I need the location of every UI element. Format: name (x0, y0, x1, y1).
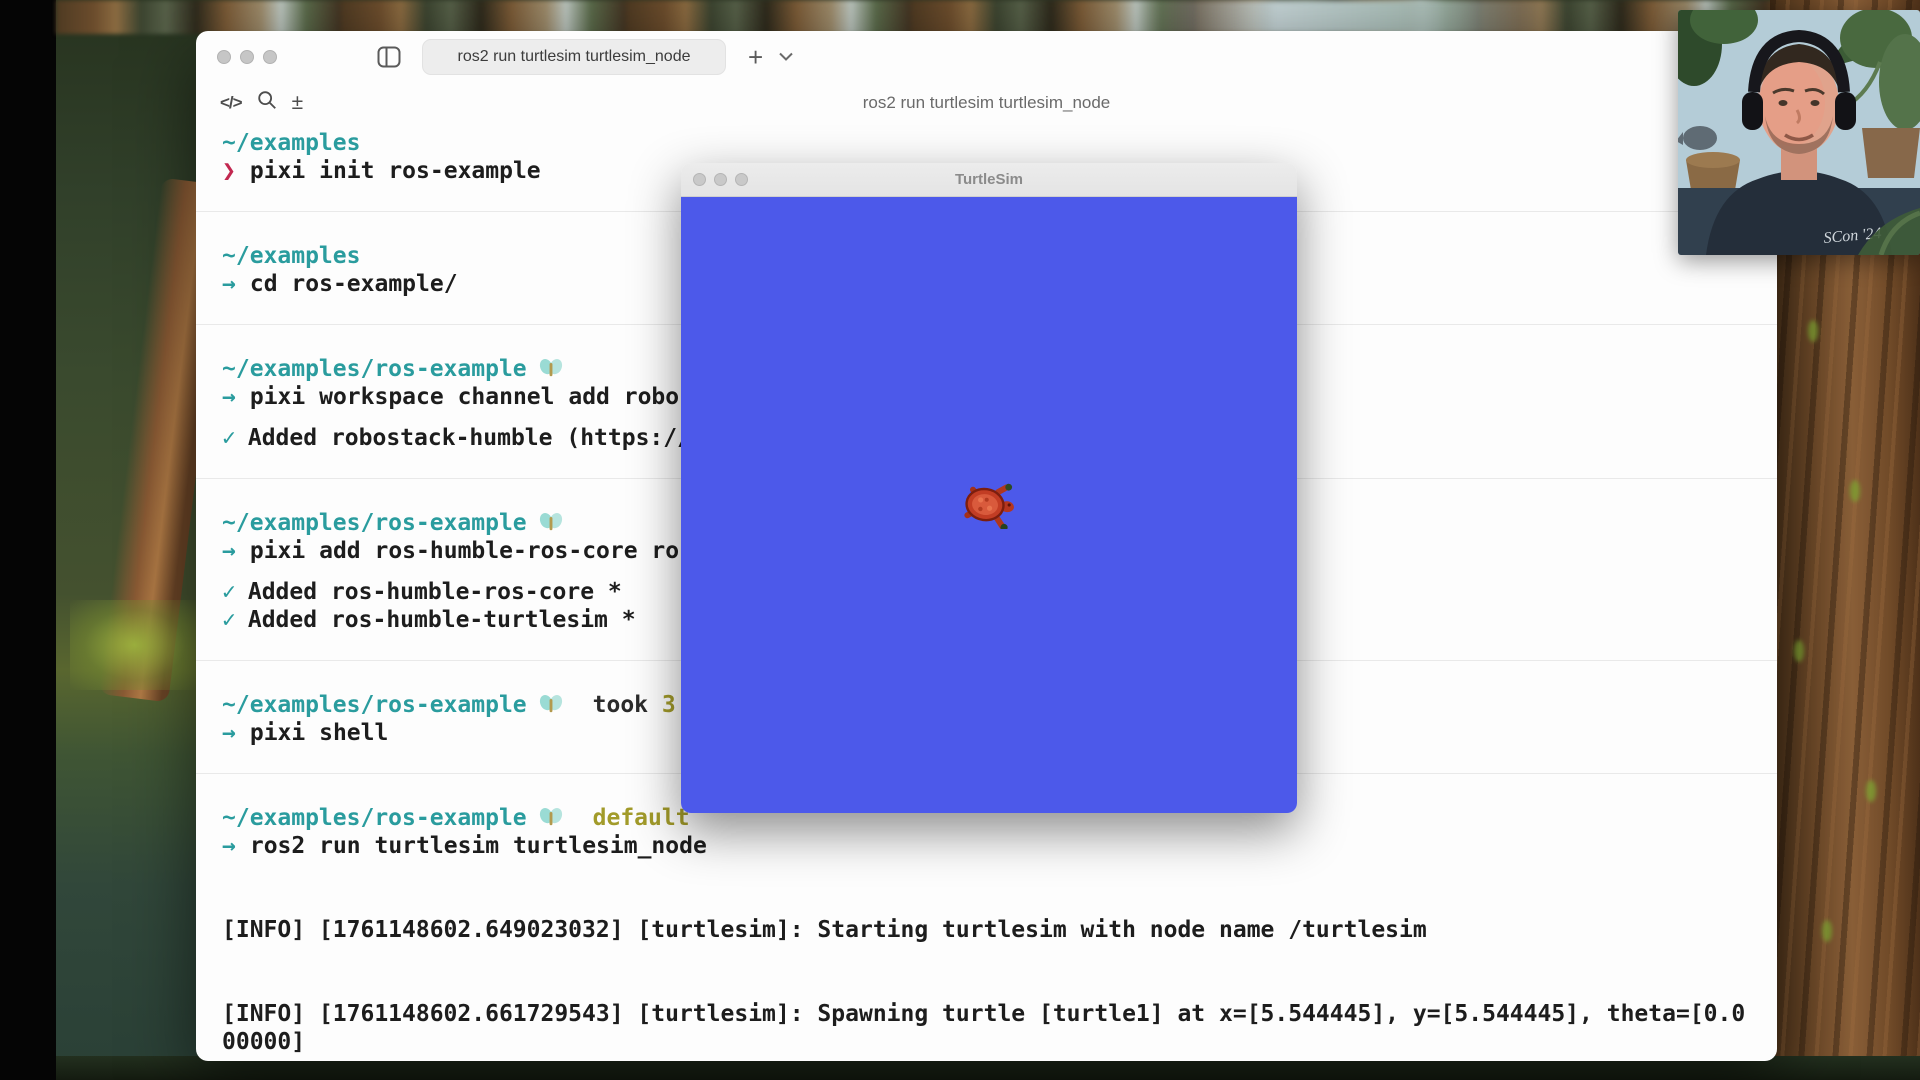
search-icon[interactable] (256, 89, 278, 116)
headphone-cup (1742, 92, 1763, 130)
tab-title: ros2 run turtlesim turtlesim_node (458, 48, 691, 66)
command-text: cd ros-example/ (250, 271, 458, 297)
output-text: Added robostack-humble (https:// (248, 425, 691, 451)
code-editor-icon[interactable]: </> (220, 93, 242, 113)
directory-path: ~/examples (222, 242, 360, 270)
terminal-toolbar: </> ± ros2 run turtlesim turtlesim_node (196, 83, 1777, 123)
moss (1822, 920, 1832, 942)
command-text: ros2 run turtlesim turtlesim_node (250, 833, 707, 859)
prompt-icon: → (222, 271, 236, 297)
prompt-icon: → (222, 384, 236, 410)
command-text: pixi shell (250, 720, 388, 746)
moss (1794, 640, 1804, 662)
person-eye (1811, 100, 1820, 106)
prompt-icon: → (222, 538, 236, 564)
log-line: [INFO] [1761148602.661729543] [turtlesim… (222, 1000, 1752, 1056)
new-tab-button[interactable]: + (748, 44, 763, 70)
log-line: [INFO] [1761148602.649023032] [turtlesim… (222, 916, 1752, 944)
directory-path: ~/examples/ros-example (222, 804, 527, 832)
directory-path: ~/examples (222, 129, 360, 157)
person-eye (1779, 100, 1788, 106)
environment-badge: default (593, 804, 690, 832)
prompt-icon: → (222, 833, 236, 859)
fairy-icon (539, 511, 563, 535)
prompt-icon: ❯ (222, 158, 236, 184)
terminal-tab-bar: ros2 run turtlesim turtlesim_node + (196, 31, 1777, 83)
terminal-tab[interactable]: ros2 run turtlesim turtlesim_node (422, 39, 726, 75)
headphone-cup (1835, 92, 1856, 130)
tab-dropdown-icon[interactable] (779, 48, 793, 66)
check-icon: ✓ (222, 425, 236, 451)
turtlesim-window-title: TurtleSim (681, 171, 1297, 188)
sidebar-toggle-icon[interactable] (376, 45, 402, 69)
moss (1866, 780, 1876, 802)
fairy-icon (539, 693, 563, 717)
moss (1850, 480, 1860, 502)
prompt-icon: → (222, 720, 236, 746)
close-button[interactable] (217, 50, 231, 64)
command-text: pixi add ros-humble-ros-core ros (250, 538, 693, 564)
teapot (1683, 126, 1717, 150)
sunlit-foliage (70, 600, 200, 690)
turtlesim-canvas (681, 197, 1297, 813)
command-block: ~/examples/ros-example default → ros2 run… (196, 774, 1777, 1061)
fairy-icon (539, 357, 563, 381)
fairy-icon (539, 806, 563, 830)
check-icon: ✓ (222, 579, 236, 605)
wallpaper-left-edge (0, 0, 56, 1080)
turtlesim-window: TurtleSim (681, 163, 1297, 813)
forest-canopy (56, 0, 1920, 34)
sky-patch (1150, 0, 1570, 34)
text-size-icon[interactable]: ± (292, 91, 304, 115)
minimize-button[interactable] (240, 50, 254, 64)
command-text: pixi init ros-example (250, 158, 541, 184)
directory-path: ~/examples/ros-example (222, 691, 527, 719)
webcam-frame: SCon '24 (1678, 10, 1920, 255)
command-text: pixi workspace channel add robos (250, 384, 693, 410)
output-text: Added ros-humble-ros-core * (248, 579, 622, 605)
directory-path: ~/examples/ros-example (222, 355, 527, 383)
block-duration: took 3 (593, 691, 676, 719)
turtlesim-titlebar[interactable]: TurtleSim (681, 163, 1297, 197)
terminal-header-title: ros2 run turtlesim turtlesim_node (196, 83, 1777, 123)
log-output: [INFO] [1761148602.649023032] [turtlesim… (222, 860, 1752, 1061)
webcam-overlay: SCon '24 (1678, 10, 1920, 255)
directory-path: ~/examples/ros-example (222, 509, 527, 537)
check-icon: ✓ (222, 607, 236, 633)
turtle-sprite (959, 481, 1017, 529)
moss (1808, 320, 1818, 342)
zoom-button[interactable] (263, 50, 277, 64)
output-text: Added ros-humble-turtlesim * (248, 607, 636, 633)
basket-right (1862, 128, 1920, 178)
